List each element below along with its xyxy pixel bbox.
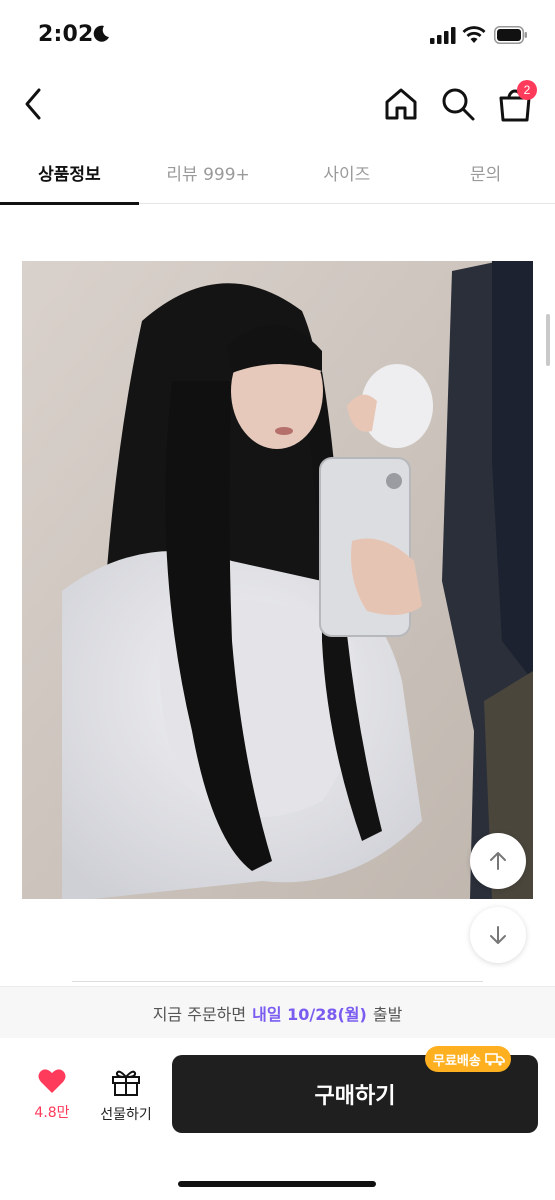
- scroll-to-bottom-button[interactable]: [470, 907, 526, 963]
- arrow-down-icon: [490, 926, 506, 944]
- chevron-left-icon: [25, 88, 41, 120]
- free-shipping-badge: 무료배송: [425, 1046, 511, 1072]
- scroll-to-top-button[interactable]: [470, 833, 526, 889]
- tab-reviews[interactable]: 리뷰 999+: [139, 140, 278, 204]
- like-button[interactable]: 4.8만: [22, 1068, 82, 1128]
- home-icon: [385, 88, 417, 120]
- tab-inquiry[interactable]: 문의: [416, 140, 555, 204]
- scrollbar-thumb[interactable]: [546, 314, 550, 366]
- gift-icon: [112, 1070, 140, 1096]
- home-indicator: [178, 1181, 376, 1187]
- product-photo: [22, 261, 533, 899]
- home-button[interactable]: [381, 84, 421, 124]
- arrow-up-icon: [490, 852, 506, 870]
- battery-icon: [494, 26, 527, 44]
- like-count: 4.8만: [34, 1105, 70, 1121]
- delivery-truck-icon: [485, 1053, 505, 1066]
- status-time: 2:02: [38, 22, 94, 47]
- content-divider: [72, 981, 483, 982]
- search-icon: [442, 88, 475, 121]
- cart-count-badge: 2: [517, 80, 537, 100]
- moon-icon: [93, 25, 109, 42]
- delivery-prefix: 지금 주문하면: [152, 1004, 247, 1024]
- bottom-action-bar: 4.8만 선물하기 구매하기 무료배송: [0, 1038, 555, 1200]
- wifi-icon: [462, 26, 486, 43]
- cart-button[interactable]: 2: [495, 80, 537, 124]
- back-button[interactable]: [14, 84, 54, 124]
- tab-product-info[interactable]: 상품정보: [0, 140, 139, 205]
- status-bar: 2:02: [0, 0, 555, 70]
- tab-size[interactable]: 사이즈: [278, 140, 417, 204]
- model-mirror-selfie-image: [22, 261, 533, 899]
- delivery-suffix: 출발: [372, 1004, 403, 1024]
- gift-label: 선물하기: [100, 1107, 152, 1123]
- product-tabs: 상품정보 리뷰 999+ 사이즈 문의: [0, 140, 555, 205]
- free-shipping-label: 무료배송: [433, 1053, 481, 1069]
- delivery-notice: 지금 주문하면 내일 10/28(월) 출발: [0, 986, 555, 1038]
- gift-button[interactable]: 선물하기: [92, 1068, 160, 1128]
- cellular-signal-icon: [430, 27, 456, 44]
- delivery-date: 내일 10/28(월): [252, 1004, 367, 1024]
- search-button[interactable]: [438, 84, 478, 124]
- top-nav-bar: 2: [0, 72, 555, 132]
- heart-icon: [38, 1069, 66, 1093]
